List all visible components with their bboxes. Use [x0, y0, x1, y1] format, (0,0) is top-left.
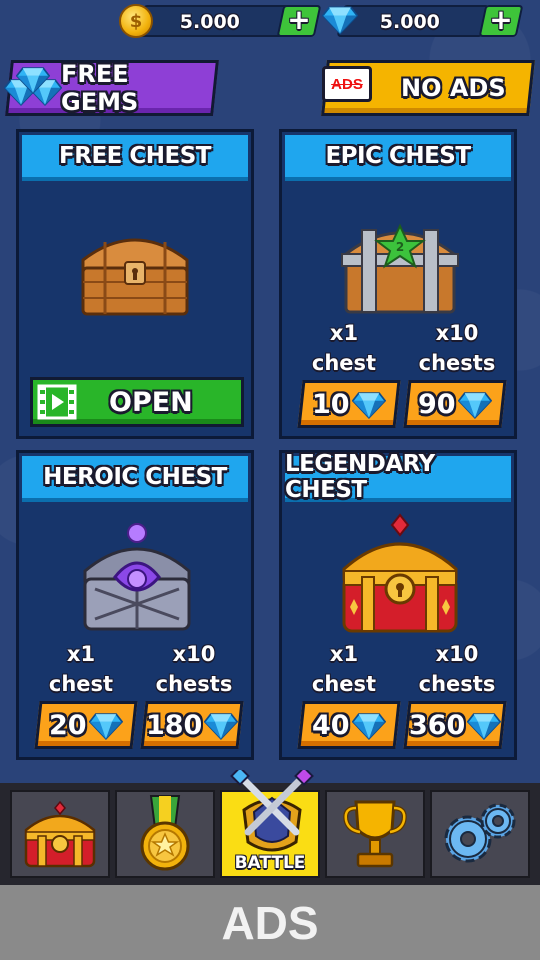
- heroic-option1-unit: chest: [48, 672, 114, 696]
- add-coins-button[interactable]: +: [276, 3, 322, 37]
- gem-icon: [458, 390, 492, 418]
- legendary-chest-title: LEGENDARY CHEST: [285, 451, 511, 503]
- nav-tab-shop[interactable]: [10, 790, 110, 878]
- legendary-buy-1-button[interactable]: 40: [297, 701, 401, 749]
- no-ads-icon: ADS: [322, 66, 372, 102]
- gem-icon: [322, 5, 358, 35]
- svg-text:2: 2: [396, 240, 404, 254]
- battle-label: BATTLE: [234, 853, 306, 873]
- free-chest-panel: FREE CHEST OPEN: [16, 129, 254, 439]
- gem-icon: [89, 711, 123, 739]
- bottom-navbar: BATTLE: [0, 770, 540, 885]
- epic-option2-qty: x10: [435, 321, 479, 345]
- legendary-option2-unit: chests: [418, 672, 496, 696]
- open-free-chest-button[interactable]: OPEN: [30, 377, 244, 427]
- medal-icon: [140, 795, 190, 871]
- trophy-icon: [343, 800, 407, 868]
- open-label: OPEN: [109, 386, 193, 418]
- wooden-chest-icon: [81, 238, 189, 316]
- gears-icon: [444, 803, 516, 863]
- epic-buy-1-button[interactable]: 10: [297, 380, 401, 428]
- heroic-chest-icon: [83, 523, 191, 631]
- chest-icon: [24, 800, 96, 868]
- gem-icon: [467, 711, 501, 739]
- epic-chest-title: EPIC CHEST: [285, 135, 511, 181]
- heroic-option2-unit: chests: [155, 672, 233, 696]
- no-ads-label: NO ADS: [400, 74, 506, 102]
- nav-tab-battle[interactable]: BATTLE: [220, 770, 320, 878]
- ads-banner-label: ADS: [221, 896, 319, 949]
- epic-option2-unit: chests: [418, 351, 496, 375]
- coin-balance-field: 5.000: [136, 5, 290, 37]
- gem-balance-field: 5.000: [336, 5, 490, 37]
- legendary-option1-qty: x1: [329, 642, 359, 666]
- legendary-chest-icon: [342, 513, 458, 633]
- epic-option1-qty: x1: [329, 321, 359, 345]
- nav-tab-missions[interactable]: [115, 790, 215, 878]
- epic-option1-unit: chest: [311, 351, 377, 375]
- epic-chest-panel: EPIC CHEST 2 x1 chest x10 chests 10 90: [279, 129, 517, 439]
- legendary-buy-10-button[interactable]: 360: [403, 701, 507, 749]
- epic-chest-icon: 2: [341, 223, 459, 314]
- heroic-buy-1-button[interactable]: 20: [34, 701, 138, 749]
- battle-icon: [230, 770, 314, 852]
- heroic-chest-panel: HEROIC CHEST x1 chest x10 chests 20 180: [16, 450, 254, 760]
- epic-buy-10-button[interactable]: 90: [403, 380, 507, 428]
- gem-balance: 5.000: [379, 11, 440, 33]
- heroic-buy-10-button[interactable]: 180: [140, 701, 244, 749]
- gem-icon: [204, 711, 238, 739]
- heroic-option1-qty: x1: [66, 642, 96, 666]
- free-chest-title: FREE CHEST: [22, 135, 248, 181]
- nav-tab-leaderboard[interactable]: [325, 790, 425, 878]
- free-gems-label: FREE GEMS: [61, 60, 139, 116]
- coin-icon: $: [119, 4, 153, 38]
- ads-banner[interactable]: ADS: [0, 885, 540, 960]
- nav-tab-settings[interactable]: [430, 790, 530, 878]
- heroic-option2-qty: x10: [172, 642, 216, 666]
- legendary-chest-panel: LEGENDARY CHEST x1 chest x10 chests 40 3…: [279, 450, 517, 760]
- legendary-option2-qty: x10: [435, 642, 479, 666]
- gem-icon: [352, 390, 386, 418]
- coin-balance: 5.000: [179, 11, 240, 33]
- add-gems-button[interactable]: +: [478, 3, 524, 37]
- gem-icon: [352, 711, 386, 739]
- heroic-chest-title: HEROIC CHEST: [22, 456, 248, 502]
- legendary-option1-unit: chest: [311, 672, 377, 696]
- video-icon: [37, 384, 77, 420]
- gems-pile-icon: [4, 67, 62, 106]
